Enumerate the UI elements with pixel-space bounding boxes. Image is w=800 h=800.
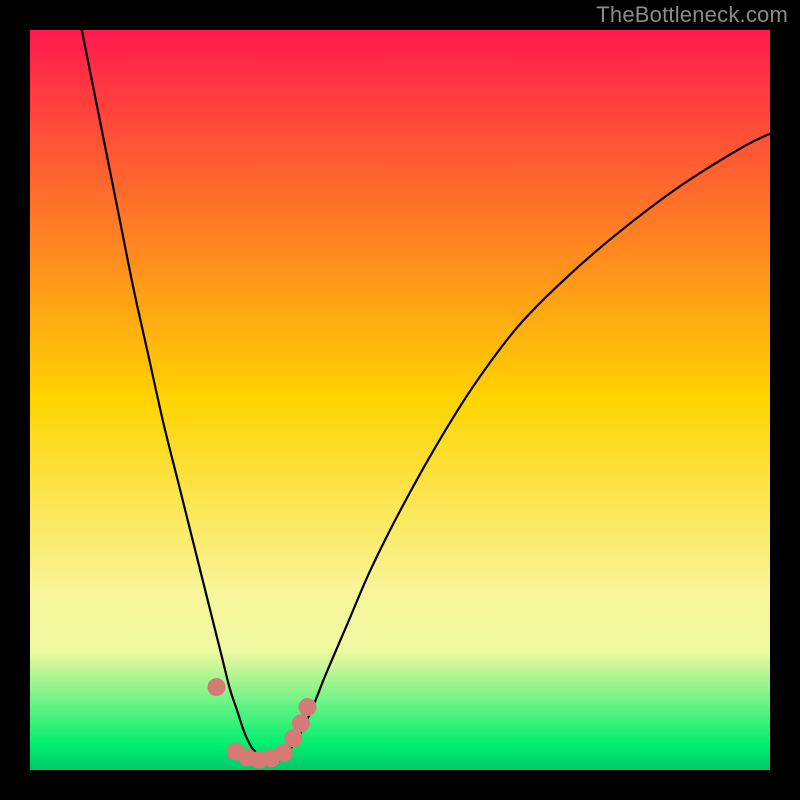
chart-frame: TheBottleneck.com [0,0,800,800]
highlight-dot [292,714,310,732]
gradient-background [30,30,770,770]
chart-svg [30,30,770,770]
highlight-dot [299,698,317,716]
plot-area [30,30,770,770]
highlight-dot [275,744,293,762]
watermark-text: TheBottleneck.com [596,2,788,28]
highlight-dot [207,678,225,696]
